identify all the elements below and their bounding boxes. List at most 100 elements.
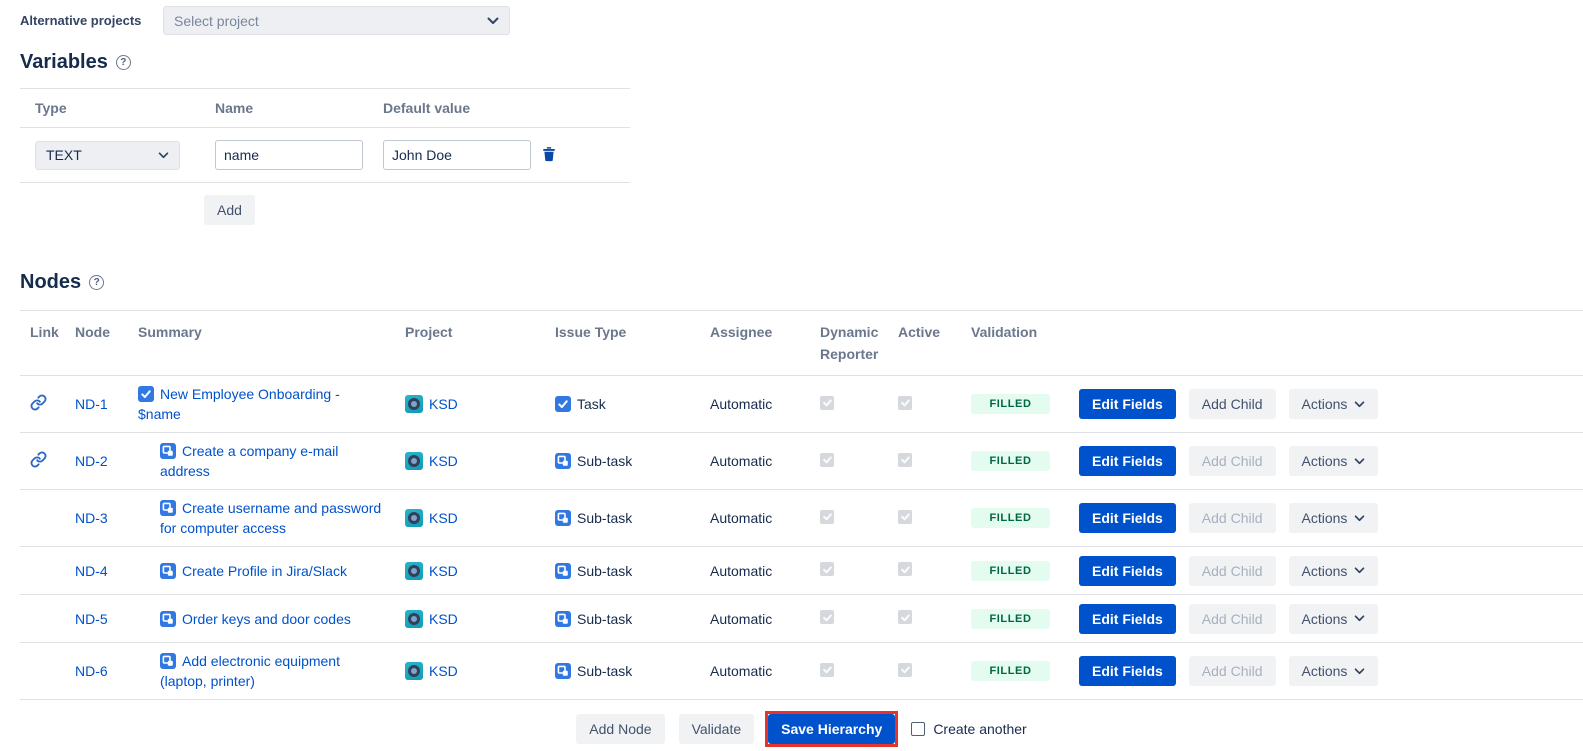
- project-link[interactable]: KSD: [429, 663, 458, 679]
- subtask-icon: [555, 510, 571, 526]
- hierarchy-template-form: Alternative projects Select project Vari…: [0, 0, 1583, 744]
- variables-heading: Variables: [20, 51, 108, 74]
- variable-default-input[interactable]: [383, 140, 531, 170]
- column-link: Link: [20, 321, 65, 343]
- project-link[interactable]: KSD: [429, 396, 458, 412]
- edit-fields-button[interactable]: Edit Fields: [1079, 556, 1176, 586]
- actions-label: Actions: [1302, 611, 1348, 627]
- subtask-icon: [555, 611, 571, 627]
- dynamic-reporter-checkbox: [820, 663, 834, 677]
- alternative-projects-select[interactable]: Select project: [163, 6, 510, 35]
- issue-type-label: Sub-task: [577, 510, 632, 526]
- alternative-projects-label: Alternative projects: [20, 13, 163, 28]
- delete-variable-button[interactable]: [541, 146, 557, 165]
- table-row: ND-5 Order keys and door codes KSD Sub-t…: [20, 595, 1583, 643]
- variable-type-select[interactable]: TEXT: [35, 141, 180, 170]
- actions-button[interactable]: Actions: [1289, 556, 1379, 586]
- edit-fields-button[interactable]: Edit Fields: [1079, 604, 1176, 634]
- active-checkbox: [898, 396, 912, 410]
- summary-link[interactable]: Create username and password for compute…: [160, 500, 381, 536]
- node-id-link[interactable]: ND-4: [75, 563, 108, 579]
- project-link[interactable]: KSD: [429, 453, 458, 469]
- column-summary: Summary: [128, 321, 395, 343]
- summary-link[interactable]: Create Profile in Jira/Slack: [182, 563, 347, 579]
- actions-button[interactable]: Actions: [1289, 604, 1379, 634]
- actions-button[interactable]: Actions: [1289, 656, 1379, 686]
- chevron-down-icon: [487, 17, 499, 25]
- active-checkbox: [898, 610, 912, 624]
- create-another-checkbox[interactable]: [911, 722, 925, 736]
- subtask-icon: [555, 663, 571, 679]
- summary-link[interactable]: New Employee Onboarding - $name: [138, 386, 340, 422]
- task-icon: [555, 396, 571, 412]
- add-variable-row: Add: [20, 195, 630, 225]
- add-node-button[interactable]: Add Node: [576, 714, 664, 744]
- actions-label: Actions: [1302, 396, 1348, 412]
- edit-fields-button[interactable]: Edit Fields: [1079, 503, 1176, 533]
- validate-button[interactable]: Validate: [679, 714, 755, 744]
- add-variable-button[interactable]: Add: [204, 195, 255, 225]
- table-row: ND-1 New Employee Onboarding - $name KSD…: [20, 376, 1583, 433]
- variables-table: Type Name Default value TEXT Add: [20, 88, 630, 225]
- nodes-table: Link Node Summary Project Issue Type Ass…: [20, 310, 1583, 744]
- edit-fields-button[interactable]: Edit Fields: [1079, 446, 1176, 476]
- create-another-label: Create another: [933, 721, 1026, 737]
- subtask-icon: [160, 611, 176, 627]
- variables-table-header: Type Name Default value: [20, 88, 630, 128]
- save-hierarchy-button[interactable]: Save Hierarchy: [768, 714, 895, 744]
- help-icon[interactable]: ?: [116, 55, 131, 70]
- chevron-down-icon: [158, 152, 169, 159]
- issue-type-label: Sub-task: [577, 663, 632, 679]
- node-id-link[interactable]: ND-1: [75, 396, 108, 412]
- edit-fields-button[interactable]: Edit Fields: [1079, 656, 1176, 686]
- actions-button[interactable]: Actions: [1289, 503, 1379, 533]
- link-icon[interactable]: [30, 398, 47, 414]
- add-child-button[interactable]: Add Child: [1189, 389, 1276, 419]
- chevron-down-icon: [1354, 615, 1365, 622]
- dynamic-reporter-checkbox: [820, 396, 834, 410]
- assignee-label: Automatic: [710, 453, 772, 469]
- actions-label: Actions: [1302, 663, 1348, 679]
- actions-button[interactable]: Actions: [1289, 446, 1379, 476]
- variables-heading-row: Variables ?: [20, 51, 1583, 74]
- subtask-icon: [160, 443, 176, 459]
- column-issue-type: Issue Type: [545, 321, 700, 343]
- save-hierarchy-highlight: Save Hierarchy: [768, 714, 895, 744]
- node-id-link[interactable]: ND-2: [75, 453, 108, 469]
- assignee-label: Automatic: [710, 510, 772, 526]
- summary-link[interactable]: Create a company e-mail address: [160, 443, 338, 479]
- variable-row: TEXT: [20, 128, 630, 183]
- summary-link[interactable]: Order keys and door codes: [182, 611, 351, 627]
- validation-badge: FILLED: [971, 661, 1050, 681]
- node-id-link[interactable]: ND-5: [75, 611, 108, 627]
- project-link[interactable]: KSD: [429, 611, 458, 627]
- add-child-button: Add Child: [1189, 503, 1276, 533]
- project-link[interactable]: KSD: [429, 510, 458, 526]
- assignee-label: Automatic: [710, 611, 772, 627]
- project-link[interactable]: KSD: [429, 563, 458, 579]
- issue-type-label: Sub-task: [577, 563, 632, 579]
- link-icon[interactable]: [30, 455, 47, 471]
- edit-fields-button[interactable]: Edit Fields: [1079, 389, 1176, 419]
- summary-link[interactable]: Add electronic equipment (laptop, printe…: [160, 653, 340, 689]
- project-avatar: [405, 562, 423, 580]
- actions-label: Actions: [1302, 453, 1348, 469]
- column-default-value: Default value: [368, 100, 518, 116]
- validation-badge: FILLED: [971, 609, 1050, 629]
- subtask-icon: [555, 563, 571, 579]
- project-avatar: [405, 662, 423, 680]
- select-placeholder: Select project: [174, 13, 259, 29]
- help-icon[interactable]: ?: [89, 275, 104, 290]
- dynamic-reporter-checkbox: [820, 610, 834, 624]
- validation-badge: FILLED: [971, 451, 1050, 471]
- variable-name-input[interactable]: [215, 140, 363, 170]
- table-row: ND-2 Create a company e-mail address KSD…: [20, 433, 1583, 490]
- node-id-link[interactable]: ND-6: [75, 663, 108, 679]
- subtask-icon: [160, 500, 176, 516]
- create-another-option[interactable]: Create another: [911, 721, 1026, 737]
- assignee-label: Automatic: [710, 396, 772, 412]
- actions-button[interactable]: Actions: [1289, 389, 1379, 419]
- node-id-link[interactable]: ND-3: [75, 510, 108, 526]
- active-checkbox: [898, 453, 912, 467]
- subtask-icon: [160, 563, 176, 579]
